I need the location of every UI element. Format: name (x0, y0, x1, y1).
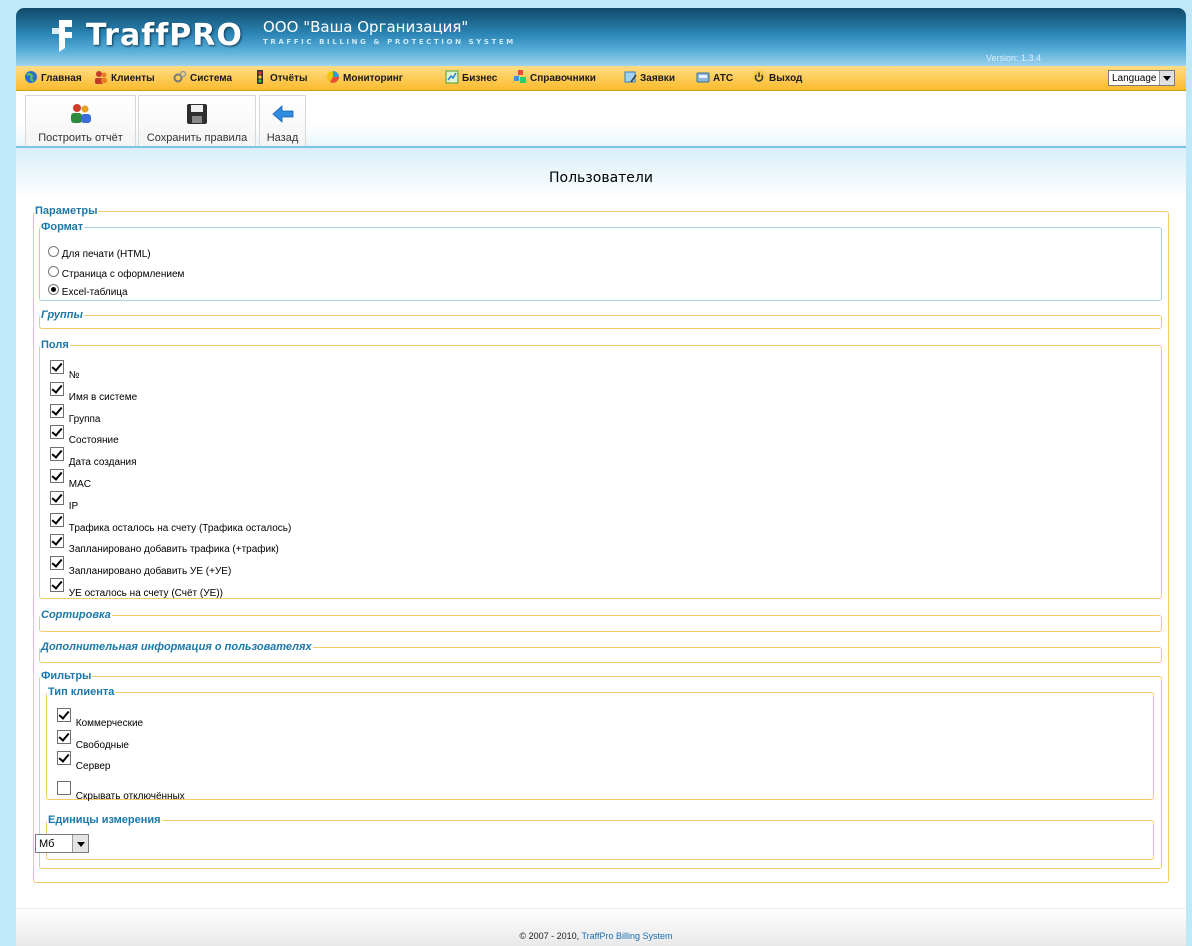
field-item[interactable]: Состояние (50, 425, 119, 446)
field-item[interactable]: УЕ осталось на счету (Счёт (УЕ)) (50, 578, 223, 599)
footer: © 2007 - 2010, TraffPro Billing System (0, 931, 1192, 941)
format-radio-styled[interactable] (48, 266, 59, 277)
chart-icon (327, 71, 339, 83)
fields-legend: Поля (41, 339, 69, 351)
field-item[interactable]: Имя в системе (50, 381, 137, 403)
users-icon (95, 71, 107, 84)
format-radio-print[interactable] (48, 246, 59, 257)
field-item[interactable]: Группа (50, 403, 100, 425)
power-icon (752, 70, 766, 84)
field-checkbox[interactable] (50, 556, 64, 571)
field-checkbox[interactable] (50, 403, 64, 418)
field-checkbox[interactable] (50, 578, 64, 592)
field-item[interactable]: Трафика осталось на счету (Трафика остал… (50, 512, 291, 534)
groups-fieldset[interactable]: Группы (39, 309, 1162, 329)
menu-item-business[interactable]: Бизнес (445, 70, 497, 86)
format-radio-excel[interactable] (48, 284, 59, 295)
field-item[interactable]: № (50, 360, 80, 381)
sort-fieldset[interactable]: Сортировка (39, 609, 1162, 632)
arrow-left-icon (271, 105, 293, 123)
hide-disabled-option[interactable]: Скрывать отключённых (57, 781, 185, 802)
organization-name: ООО "Ваша Организация" (263, 18, 469, 36)
organization-tagline: TRAFFIC BILLING & PROTECTION SYSTEM (263, 38, 516, 46)
field-checkbox[interactable] (50, 490, 64, 505)
note-icon (624, 71, 637, 83)
footer-link[interactable]: TraffPro Billing System (581, 931, 672, 941)
format-fieldset: Формат (39, 221, 1162, 301)
logo-text: TraffPRO (86, 18, 243, 53)
client-type-checkbox[interactable] (57, 729, 71, 744)
build-report-button[interactable]: Построить отчёт (25, 95, 136, 146)
client-type-checkbox[interactable] (57, 708, 71, 722)
chevron-down-icon (72, 835, 88, 852)
menu-item-directories[interactable]: Справочники (513, 70, 596, 86)
phone-icon (696, 72, 710, 83)
field-checkbox[interactable] (50, 425, 64, 440)
globe-icon (25, 71, 37, 83)
main-menu: Главная Клиенты Система Отчёты Мониторин… (16, 66, 1186, 91)
toolbar: Построить отчёт Сохранить правила Назад (16, 91, 1186, 148)
save-rules-button[interactable]: Сохранить правила (138, 95, 256, 146)
version-label: Version: 1.3.4 (986, 53, 1042, 63)
floppy-disk-icon (187, 104, 207, 124)
gears-icon (173, 70, 187, 83)
menu-item-reports[interactable]: Отчёты (253, 70, 307, 86)
sort-legend[interactable]: Сортировка (40, 609, 112, 621)
language-select[interactable]: Language (1108, 70, 1175, 86)
units-fieldset: Единицы измерения (46, 814, 1154, 860)
format-legend: Формат (41, 221, 84, 233)
field-checkbox[interactable] (50, 534, 64, 549)
field-checkbox[interactable] (50, 447, 64, 462)
footer-copyright: © 2007 - 2010, (519, 931, 582, 941)
client-type-item[interactable]: Коммерческие (57, 708, 143, 729)
field-item[interactable]: Запланировано добавить УЕ (+УЕ) (50, 556, 231, 577)
parameters-legend: Параметры (35, 205, 98, 217)
format-option-excel[interactable]: Excel-таблица (48, 284, 128, 298)
field-checkbox[interactable] (50, 360, 64, 374)
format-option-print[interactable]: Для печати (HTML) (48, 246, 151, 260)
field-item[interactable]: IP (50, 490, 78, 512)
client-type-legend: Тип клиента (48, 686, 115, 698)
hide-disabled-checkbox[interactable] (57, 781, 71, 795)
app-window: TraffPRO ООО "Ваша Организация" TRAFFIC … (16, 8, 1186, 946)
field-item[interactable]: MAC (50, 469, 91, 490)
format-option-styled[interactable]: Страница с оформлением (48, 266, 184, 280)
users-report-icon (70, 104, 91, 123)
field-item[interactable]: Запланировано добавить трафика (+трафик) (50, 534, 279, 555)
filters-legend: Фильтры (41, 670, 92, 682)
menu-item-home[interactable]: Главная (24, 70, 82, 86)
menu-item-clients[interactable]: Клиенты (94, 70, 155, 86)
units-legend: Единицы измерения (48, 814, 161, 826)
chevron-down-icon (1159, 71, 1174, 85)
client-type-item[interactable]: Свободные (57, 729, 129, 751)
menu-item-system[interactable]: Система (173, 70, 232, 86)
menu-item-monitoring[interactable]: Мониторинг (326, 70, 403, 86)
traffic-light-icon (257, 70, 263, 84)
menu-item-pbx[interactable]: АТС (696, 70, 733, 86)
menu-item-logout[interactable]: Выход (752, 70, 802, 86)
extra-info-fieldset[interactable]: Дополнительная информация о пользователя… (39, 641, 1162, 663)
client-type-item[interactable]: Сервер (57, 751, 110, 772)
blocks-icon (514, 70, 526, 83)
field-checkbox[interactable] (50, 512, 64, 527)
logo-icon (52, 20, 72, 52)
header-banner: TraffPRO ООО "Ваша Организация" TRAFFIC … (16, 8, 1186, 66)
field-checkbox[interactable] (50, 381, 64, 396)
page-title: Пользователи (549, 170, 653, 186)
groups-legend[interactable]: Группы (40, 309, 84, 321)
back-button[interactable]: Назад (259, 95, 306, 146)
extra-info-legend[interactable]: Дополнительная информация о пользователя… (40, 641, 313, 653)
business-icon (445, 70, 459, 84)
menu-item-requests[interactable]: Заявки (623, 70, 675, 86)
client-type-fieldset: Тип клиента (46, 686, 1154, 800)
field-checkbox[interactable] (50, 469, 64, 483)
field-item[interactable]: Дата создания (50, 447, 137, 468)
units-select[interactable]: Мб (35, 834, 89, 853)
client-type-checkbox[interactable] (57, 751, 71, 765)
